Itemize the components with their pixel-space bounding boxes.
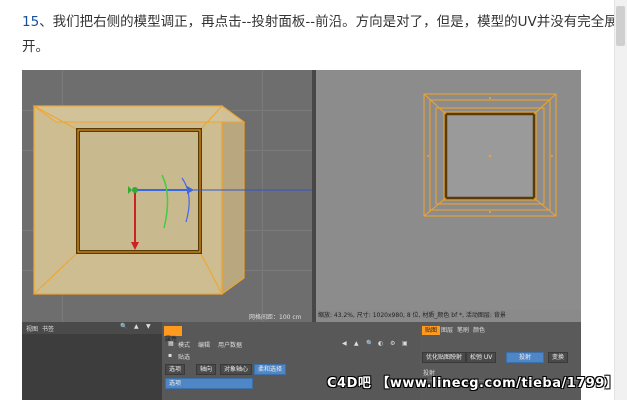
page-scrollbar[interactable] <box>614 0 627 400</box>
tab-options[interactable]: 选项 <box>165 364 186 375</box>
attributes-tab[interactable]: 属性 <box>164 326 182 343</box>
uv-status-bar: 缩放: 43.2%, 尺寸: 1020x980, 8 位, 材质_颜色 bf *… <box>316 310 581 322</box>
tab-object-pivot[interactable]: 对象轴心 <box>220 364 253 375</box>
lock-icon[interactable]: ◐ <box>378 340 383 347</box>
object-manager-menubar: 视图 书签 🔍 ▲ ▼ <box>22 322 162 334</box>
watermark: C4D吧 【www.linecg.com/tieba/1799】 <box>327 376 619 391</box>
menu-edit[interactable]: 编辑 <box>198 340 210 349</box>
arrow-up-icon[interactable]: ▲ <box>134 323 139 330</box>
nav-back-icon[interactable]: ◀ <box>342 340 347 347</box>
optimize-mapping-button[interactable]: 优化贴图映射 <box>422 352 467 363</box>
perspective-viewport[interactable]: 网格间距：100 cm <box>22 70 312 322</box>
page-scrollbar-thumb[interactable] <box>616 6 625 46</box>
uv-frame-mesh <box>423 93 557 217</box>
grid-spacing-label: 网格间距：100 cm <box>249 314 302 321</box>
search-icon[interactable]: 🔍 <box>120 323 127 330</box>
mode-icon[interactable]: ▦ <box>168 340 174 347</box>
projection-button[interactable]: 投射 <box>506 352 544 363</box>
tab-soft-selection[interactable]: 柔和选择 <box>254 364 287 375</box>
nav-up-icon[interactable]: ▲ <box>354 340 359 347</box>
options-row[interactable]: 选项 <box>165 378 253 389</box>
tab-colors[interactable]: 颜色 <box>470 326 488 335</box>
frame-model <box>32 104 312 296</box>
uv-texture-viewport[interactable] <box>316 70 581 310</box>
c4d-screenshot: 网格间距：100 cm 缩放: 43.2%, 尺寸: 1020x980, 8 位… <box>22 70 581 400</box>
arrow-down-icon[interactable]: ▼ <box>146 323 151 330</box>
menu-bookmarks[interactable]: 书签 <box>42 324 54 333</box>
menu-view[interactable]: 视图 <box>26 324 38 333</box>
step-body: 、我们把右侧的模型调正，再点击--投射面板--前沿。方向是对了，但是，模型的UV… <box>22 14 618 55</box>
transform-button[interactable]: 变换 <box>548 352 569 363</box>
step-number: 15 <box>22 14 40 30</box>
search-icon[interactable]: 🔍 <box>366 340 373 347</box>
attributes-subtitle: 贴选 <box>178 354 191 361</box>
menu-mode[interactable]: 模式 <box>178 340 190 349</box>
step-description: 15、我们把右侧的模型调正，再点击--投射面板--前沿。方向是对了，但是，模型的… <box>22 10 622 60</box>
tab-axis[interactable]: 轴向 <box>196 364 217 375</box>
menu-user-data[interactable]: 用户数据 <box>218 340 242 349</box>
settings-icon[interactable]: ⚙ <box>390 340 395 347</box>
relax-uv-button[interactable]: 松弛 UV <box>466 352 497 363</box>
selection-icon: ▪ <box>168 352 173 359</box>
expand-icon[interactable]: ▣ <box>402 340 408 347</box>
